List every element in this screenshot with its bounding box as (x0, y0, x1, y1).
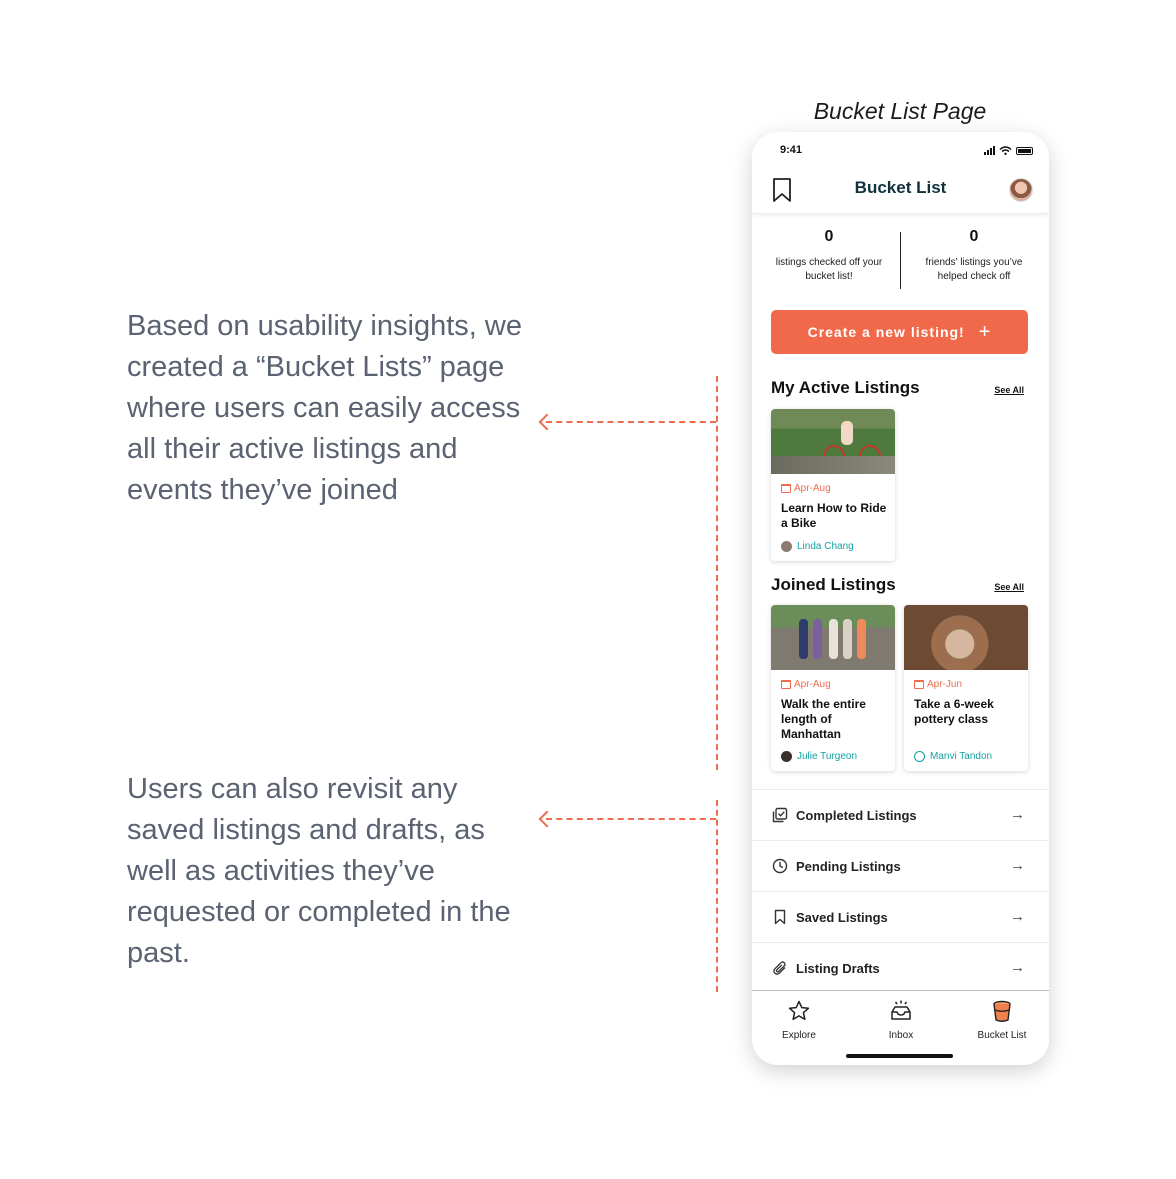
listing-host[interactable]: Manvi Tandon (914, 751, 992, 762)
bracket-line-1 (716, 376, 718, 770)
listing-image (771, 605, 895, 670)
calendar-icon (914, 680, 924, 689)
joined-listings-title: Joined Listings (771, 575, 896, 594)
listing-image (771, 409, 895, 474)
clock-icon (772, 858, 788, 874)
wifi-icon (999, 146, 1012, 155)
tab-label: Explore (782, 1030, 816, 1041)
phone-frame: 9:41 Bucket List 0 listings checked off … (752, 132, 1049, 1065)
plus-icon: + (978, 321, 992, 343)
bucket-icon (993, 1000, 1011, 1022)
arrow-right-icon: → (1010, 908, 1025, 925)
active-see-all-link[interactable]: See All (994, 385, 1024, 395)
status-time: 9:41 (780, 144, 803, 156)
tab-inbox[interactable]: Inbox (861, 999, 941, 1041)
star-icon (788, 1000, 810, 1021)
bucket-list-menu: Completed Listings → Pending Listings → … (752, 789, 1049, 993)
connector-line-2 (546, 818, 716, 820)
menu-item-listing-drafts[interactable]: Listing Drafts → (752, 942, 1049, 993)
stat-value: 0 (824, 228, 834, 245)
menu-item-completed-listings[interactable]: Completed Listings → (752, 789, 1049, 840)
annotation-note-1: Based on usability insights, we created … (127, 310, 522, 506)
arrow-right-icon: → (1010, 806, 1025, 823)
bookmark-icon (774, 909, 786, 925)
status-bar: 9:41 (752, 132, 1049, 168)
host-avatar (781, 751, 792, 762)
stat-helped-friends: 0 friends’ listings you’ve helped check … (900, 228, 1048, 284)
menu-label: Pending Listings (796, 858, 901, 874)
listing-title: Take a 6-week pottery class (914, 697, 994, 726)
listing-date: Apr-Aug (781, 679, 831, 690)
connector-line-1 (546, 421, 716, 423)
listing-title: Learn How to Ride a Bike (781, 501, 887, 530)
menu-label: Saved Listings (796, 909, 888, 925)
status-icons (984, 146, 1033, 155)
arrow-left-icon (538, 810, 556, 828)
tab-label: Inbox (888, 1030, 914, 1041)
bracket-line-2 (716, 800, 718, 992)
host-avatar (781, 541, 792, 552)
joined-see-all-link[interactable]: See All (994, 582, 1024, 592)
user-circle-icon (914, 751, 925, 762)
menu-label: Completed Listings (796, 807, 917, 823)
stat-value: 0 (969, 228, 979, 245)
annotation-note-2: Users can also revisit any saved listing… (127, 773, 511, 969)
listing-date: Apr-Jun (914, 679, 962, 690)
listing-host[interactable]: Linda Chang (781, 541, 854, 552)
stats-panel: 0 listings checked off your bucket list!… (752, 228, 1049, 292)
inbox-icon (891, 1000, 911, 1020)
signal-icon (984, 146, 995, 155)
listing-card-bike[interactable]: Apr-Aug Learn How to Ride a Bike Linda C… (771, 409, 895, 561)
stat-label: listings checked off your bucket list! (775, 257, 883, 282)
arrow-right-icon: → (1010, 959, 1025, 976)
listing-card-pottery[interactable]: Apr-Jun Take a 6-week pottery class Manv… (904, 605, 1028, 771)
listing-host[interactable]: Julie Turgeon (781, 751, 857, 762)
tab-explore[interactable]: Explore (759, 999, 839, 1041)
create-listing-button[interactable]: Create a new listing! + (771, 310, 1028, 354)
stat-checked-off: 0 listings checked off your bucket list! (755, 228, 903, 284)
tab-label: Bucket List (977, 1030, 1027, 1041)
home-indicator (846, 1054, 953, 1058)
paperclip-icon (773, 961, 786, 975)
listing-date: Apr-Aug (781, 483, 831, 494)
listing-title: Walk the entire length of Manhattan (781, 697, 866, 741)
create-listing-label: Create a new listing! (807, 324, 965, 340)
menu-item-pending-listings[interactable]: Pending Listings → (752, 840, 1049, 891)
arrow-left-icon (538, 413, 556, 431)
page-label: Bucket List Page (813, 98, 987, 124)
app-header: Bucket List (752, 168, 1049, 214)
check-square-icon (772, 807, 788, 823)
active-listings-title: My Active Listings (771, 378, 920, 397)
stat-label: friends’ listings you’ve helped check of… (925, 257, 1023, 282)
tab-bucket-list[interactable]: Bucket List (962, 999, 1042, 1041)
avatar[interactable] (1009, 178, 1033, 202)
calendar-icon (781, 484, 791, 493)
menu-label: Listing Drafts (796, 960, 880, 976)
menu-item-saved-listings[interactable]: Saved Listings → (752, 891, 1049, 942)
battery-icon (1016, 147, 1033, 155)
tab-bar: Explore Inbox Bucket List (752, 990, 1049, 1065)
arrow-right-icon: → (1010, 857, 1025, 874)
calendar-icon (781, 680, 791, 689)
page-title: Bucket List (854, 178, 947, 197)
listing-card-walk[interactable]: Apr-Aug Walk the entire length of Manhat… (771, 605, 895, 771)
listing-image (904, 605, 1028, 670)
